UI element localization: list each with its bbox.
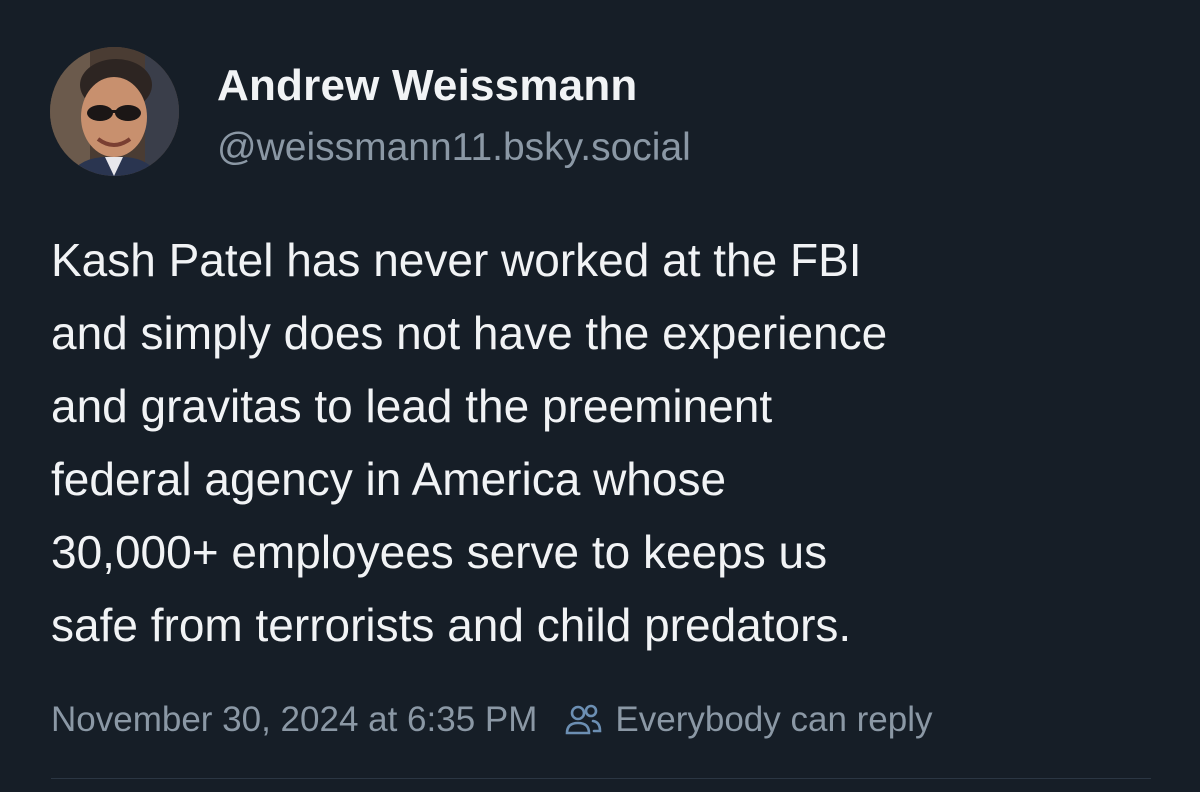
people-icon [563,700,603,740]
post-timestamp[interactable]: November 30, 2024 at 6:35 PM [51,700,537,740]
author-handle[interactable]: @weissmann11.bsky.social [217,126,691,170]
post-meta: November 30, 2024 at 6:35 PM Everybody c… [51,696,933,744]
reply-setting[interactable]: Everybody can reply [563,700,933,740]
author-display-name[interactable]: Andrew Weissmann [217,61,638,111]
reply-setting-label: Everybody can reply [615,700,933,739]
post-card: Andrew Weissmann @weissmann11.bsky.socia… [0,0,1200,792]
post-text: Kash Patel has never worked at the FBI a… [51,234,888,651]
author-avatar[interactable] [50,47,179,176]
divider [51,778,1151,779]
avatar-image [50,47,179,176]
